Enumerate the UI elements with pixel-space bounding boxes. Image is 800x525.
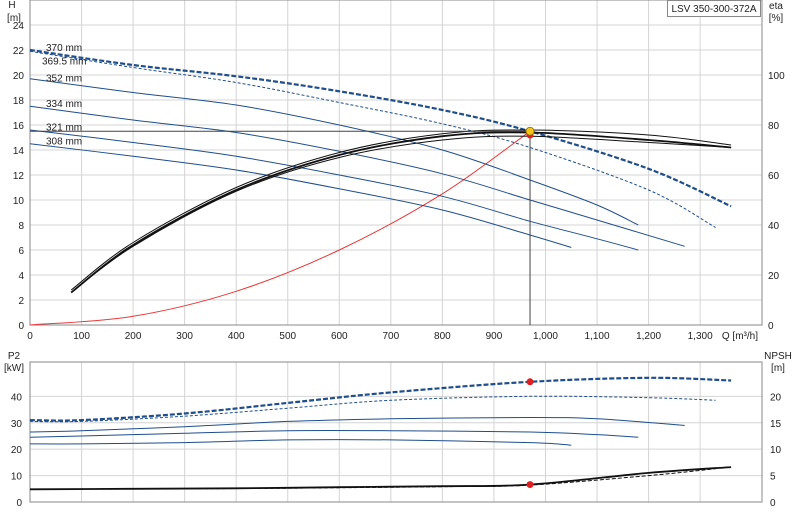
impeller-label: 352 mm (46, 74, 82, 85)
x-tick-label: 600 (331, 331, 348, 342)
y-tick-label-head: 16 (13, 121, 25, 132)
y-tick-label-head: 2 (18, 296, 24, 307)
x-tick-label: 200 (125, 331, 142, 342)
y-tick-label-npsh: 10 (770, 445, 782, 456)
x-tick-label: 1,200 (636, 331, 661, 342)
x-tick-label: 1,300 (688, 331, 713, 342)
y-tick-label-head: 8 (18, 221, 24, 232)
y-axis-unit-head: [m] (7, 13, 21, 24)
head-curve-352-mm (29, 78, 639, 226)
efficiency-curve-1 (70, 131, 732, 294)
head-curve-308-mm (29, 143, 572, 248)
model-label: LSV 350-300-372A (667, 0, 761, 17)
plot-frame-bottom (29, 361, 763, 503)
x-tick-label: 700 (383, 331, 400, 342)
x-tick-label: 100 (73, 331, 90, 342)
y-axis-label-power: P2 (8, 351, 21, 362)
chart-svg: 0246810121416182022240204060801000 100 200… (4, 0, 792, 509)
y-axis-unit-eta: [%] (769, 13, 784, 24)
y-axis-unit-npsh: [m] (771, 363, 785, 374)
y-axis-label-eta: eta (769, 1, 783, 12)
y-tick-label-power: 10 (11, 472, 23, 483)
x-tick-label: 0 (27, 331, 33, 342)
y-tick-label-npsh: 5 (770, 472, 776, 483)
power-curve-370-mm (29, 376, 732, 422)
npsh-point-marker (526, 481, 534, 489)
y-tick-label-head: 14 (13, 146, 25, 157)
y-tick-label-eta: 60 (768, 171, 780, 182)
y-tick-label-head: 4 (18, 271, 24, 282)
y-tick-label-npsh: 15 (770, 419, 782, 430)
x-tick-label: 900 (486, 331, 503, 342)
y-tick-label-head: 20 (13, 71, 25, 82)
y-tick-label-power: 40 (11, 392, 23, 403)
x-axis-label: Q [m³/h] (722, 331, 758, 342)
power-curve-334-mm (29, 429, 639, 438)
x-tick-label: 800 (434, 331, 451, 342)
power-curve-352-mm (29, 416, 685, 433)
power-curve-308-mm (29, 439, 572, 446)
y-tick-label-head: 12 (13, 171, 25, 182)
impeller-label: 321 mm (46, 123, 82, 134)
system-curve (29, 130, 531, 326)
y-tick-label-npsh: 0 (770, 498, 776, 509)
y-axis-label-head: H (8, 0, 15, 11)
y-tick-label-eta: 80 (768, 121, 780, 132)
head-curve-321-mm (29, 129, 639, 251)
y-tick-label-power: 20 (11, 445, 23, 456)
y-tick-label-npsh: 20 (770, 392, 782, 403)
impeller-label: 369.5 mm (42, 57, 86, 68)
y-tick-label-power: 0 (16, 498, 22, 509)
y-tick-label-head: 10 (13, 196, 25, 207)
y-tick-label-head: 18 (13, 96, 25, 107)
y-tick-label-head: 0 (18, 321, 24, 332)
impeller-label: 370 mm (46, 43, 82, 54)
duty-point-marker (525, 126, 535, 136)
impeller-label: 308 mm (46, 136, 82, 147)
x-tick-label: 500 (279, 331, 296, 342)
y-tick-label-head: 6 (18, 246, 24, 257)
npsh-curve-1 (29, 466, 732, 491)
impeller-label: 334 mm (46, 99, 82, 110)
y-axis-label-npsh: NPSH (764, 351, 792, 362)
y-tick-label-eta: 0 (768, 321, 774, 332)
x-tick-label: 300 (176, 331, 193, 342)
y-axis-unit-power: [kW] (4, 363, 24, 374)
x-tick-label: 1,100 (585, 331, 610, 342)
x-tick-label: 400 (228, 331, 245, 342)
y-tick-label-power: 30 (11, 419, 23, 430)
pump-performance-chart: 0 2 4 6 8 10 12 14 16 18 20 22 24 0 20 40 60 80 100 0 100 200… (0, 0, 800, 520)
y-tick-label-eta: 100 (768, 71, 785, 82)
y-tick-label-eta: 40 (768, 221, 780, 232)
power-point-marker (526, 378, 534, 386)
x-tick-label: 1,000 (533, 331, 558, 342)
efficiency-curve-2 (70, 135, 732, 293)
y-tick-label-head: 22 (13, 46, 25, 57)
y-tick-label-eta: 20 (768, 271, 780, 282)
efficiency-curve-3 (70, 129, 732, 291)
